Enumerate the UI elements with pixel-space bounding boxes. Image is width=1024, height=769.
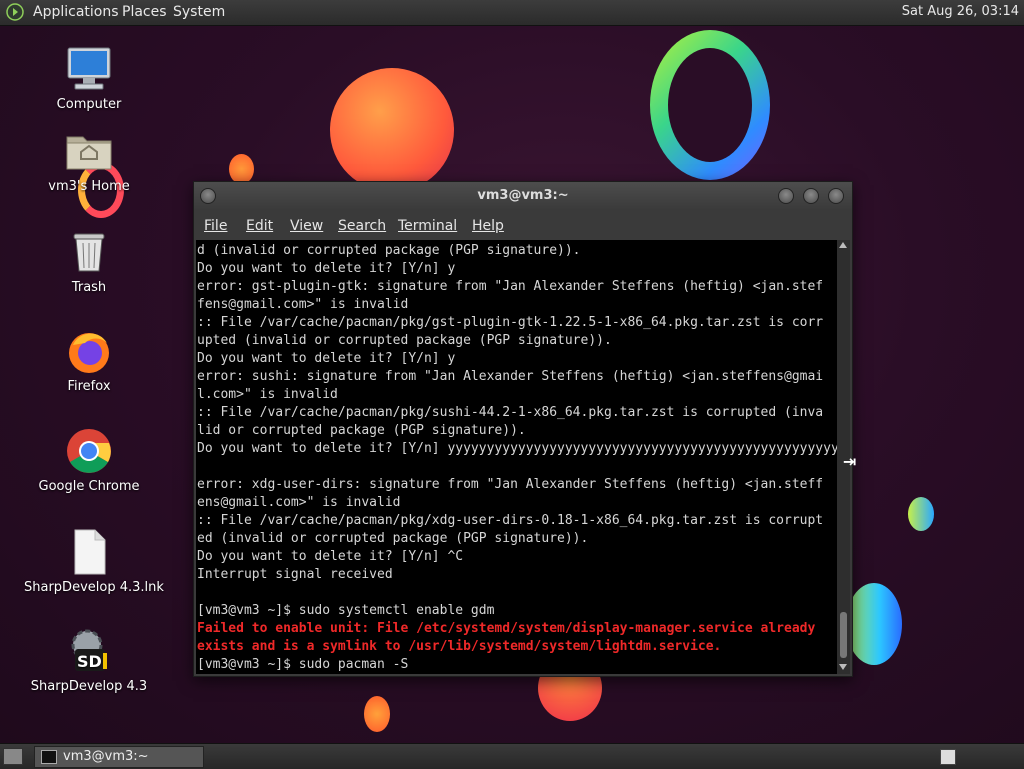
- desktop-icon-label: Trash: [71, 280, 107, 295]
- applications-menu[interactable]: Applications: [33, 4, 119, 20]
- menu-edit-label: Edit: [246, 218, 274, 234]
- terminal-line: :: File /var/cache/pacman/pkg/gst-plugin…: [197, 315, 824, 330]
- terminal-line: ed (invalid or corrupted package (PGP si…: [197, 531, 589, 546]
- terminal-line: ens@gmail.com>" is invalid: [197, 495, 401, 510]
- desktop-icon-firefox[interactable]: Firefox: [24, 327, 154, 394]
- menu-help[interactable]: Help: [472, 218, 504, 234]
- panel-clock[interactable]: Sat Aug 26, 03:14: [902, 4, 1019, 19]
- terminal-line: error: gst-plugin-gtk: signature from "J…: [197, 279, 824, 294]
- wallpaper-ring: [650, 30, 770, 180]
- maximize-button[interactable]: [803, 188, 819, 204]
- menu-search[interactable]: Search: [338, 218, 386, 234]
- wallpaper-teal-sphere: [846, 583, 902, 665]
- workspace-switcher[interactable]: [940, 749, 956, 765]
- desktop-icon-label: Computer: [56, 97, 122, 112]
- taskbar-button-label: vm3@vm3:~: [63, 749, 149, 764]
- menu-help-label: Help: [472, 218, 504, 234]
- taskbar-terminal-button[interactable]: vm3@vm3:~: [34, 746, 204, 768]
- terminal-line: error: sushi: signature from "Jan Alexan…: [197, 369, 824, 384]
- terminal-line: :: File /var/cache/pacman/pkg/sushi-44.2…: [197, 405, 824, 420]
- terminal-line: Do you want to delete it? [Y/n] ^C: [197, 549, 464, 564]
- scroll-down-arrow-icon[interactable]: [839, 664, 847, 670]
- system-menu[interactable]: System: [173, 4, 225, 20]
- home-folder-icon: [65, 127, 113, 175]
- window-titlebar[interactable]: vm3@vm3:~: [194, 182, 852, 210]
- terminal-error-line: Failed to enable unit: File /etc/systemd…: [197, 621, 816, 636]
- terminal-line: d (invalid or corrupted package (PGP sig…: [197, 243, 581, 258]
- menu-edit[interactable]: Edit: [246, 218, 273, 234]
- desktop-icon-home[interactable]: vm3's Home: [24, 127, 154, 194]
- desktop-icon-sharpdevelop[interactable]: SD SharpDevelop 4.3: [24, 627, 154, 694]
- terminal-icon: [41, 750, 57, 764]
- terminal-text: d (invalid or corrupted package (PGP sig…: [196, 240, 837, 674]
- wallpaper-small-dot: [229, 154, 254, 184]
- minimize-button[interactable]: [778, 188, 794, 204]
- terminal-line: [vm3@vm3 ~]$ sudo systemctl enable gdm: [197, 603, 495, 618]
- trash-icon: [65, 228, 113, 276]
- top-panel: Applications Places System Sat Aug 26, 0…: [0, 0, 1024, 26]
- menu-file[interactable]: File: [204, 218, 227, 234]
- terminal-line: [vm3@vm3 ~]$ sudo pacman -S: [197, 657, 409, 672]
- desktop-icon-computer[interactable]: Computer: [24, 45, 154, 112]
- computer-icon: [65, 45, 113, 93]
- terminal-error-line: exists and is a symlink to /usr/lib/syst…: [197, 639, 722, 654]
- terminal-line: Interrupt signal received: [197, 567, 393, 582]
- terminal-window[interactable]: vm3@vm3:~ File Edit View Search Terminal…: [193, 181, 853, 677]
- desktop-icon-label: Firefox: [67, 379, 111, 394]
- close-button[interactable]: [828, 188, 844, 204]
- terminal-line: upted (invalid or corrupted package (PGP…: [197, 333, 612, 348]
- menu-view-label: View: [290, 218, 324, 234]
- desktop-icon-label: Google Chrome: [38, 479, 140, 494]
- file-icon: [65, 528, 113, 576]
- terminal-menubar: File Edit View Search Terminal Help: [194, 210, 852, 240]
- scrollbar-thumb[interactable]: [840, 612, 847, 658]
- terminal-line: l.com>" is invalid: [197, 387, 338, 402]
- resize-cursor-icon: ⇥: [843, 452, 857, 471]
- show-desktop-icon[interactable]: [3, 748, 23, 765]
- window-title: vm3@vm3:~: [477, 188, 569, 203]
- places-menu[interactable]: Places: [122, 4, 167, 20]
- terminal-line: Do you want to delete it? [Y/n] y: [197, 261, 456, 276]
- sharpdevelop-icon: SD: [65, 627, 113, 675]
- wallpaper-orange-sphere: [330, 68, 454, 192]
- wallpaper-green-dot: [908, 497, 934, 531]
- terminal-output[interactable]: d (invalid or corrupted package (PGP sig…: [196, 240, 837, 674]
- wallpaper-bottom-dot: [364, 696, 390, 732]
- terminal-line: Do you want to delete it? [Y/n] yyyyyyyy…: [197, 441, 837, 456]
- firefox-icon: [65, 327, 113, 375]
- menu-terminal[interactable]: Terminal: [398, 218, 457, 234]
- menu-view[interactable]: View: [290, 218, 323, 234]
- terminal-line: Do you want to delete it? [Y/n] y: [197, 351, 456, 366]
- desktop-icon-chrome[interactable]: Google Chrome: [24, 427, 154, 494]
- distro-logo-icon[interactable]: [6, 3, 24, 21]
- menu-search-label: Search: [338, 218, 387, 234]
- menu-terminal-label: Terminal: [398, 218, 458, 234]
- chrome-icon: [65, 427, 113, 475]
- desktop-icon-label: SharpDevelop 4.3: [30, 679, 148, 694]
- terminal-line: :: File /var/cache/pacman/pkg/xdg-user-d…: [197, 513, 824, 528]
- terminal-line: lid or corrupted package (PGP signature)…: [197, 423, 526, 438]
- terminal-line: fens@gmail.com>" is invalid: [197, 297, 409, 312]
- menu-file-label: File: [204, 218, 228, 234]
- scroll-up-arrow-icon[interactable]: [839, 242, 847, 248]
- desktop-icon-trash[interactable]: Trash: [24, 228, 154, 295]
- terminal-line: error: xdg-user-dirs: signature from "Ja…: [197, 477, 824, 492]
- svg-text:SD: SD: [77, 652, 102, 671]
- bottom-panel: vm3@vm3:~: [0, 743, 1024, 769]
- desktop-icon-sharpdevelop-lnk[interactable]: SharpDevelop 4.3.lnk: [24, 528, 164, 595]
- desktop-icon-label: SharpDevelop 4.3.lnk: [24, 580, 164, 595]
- desktop-icon-label: vm3's Home: [48, 179, 130, 194]
